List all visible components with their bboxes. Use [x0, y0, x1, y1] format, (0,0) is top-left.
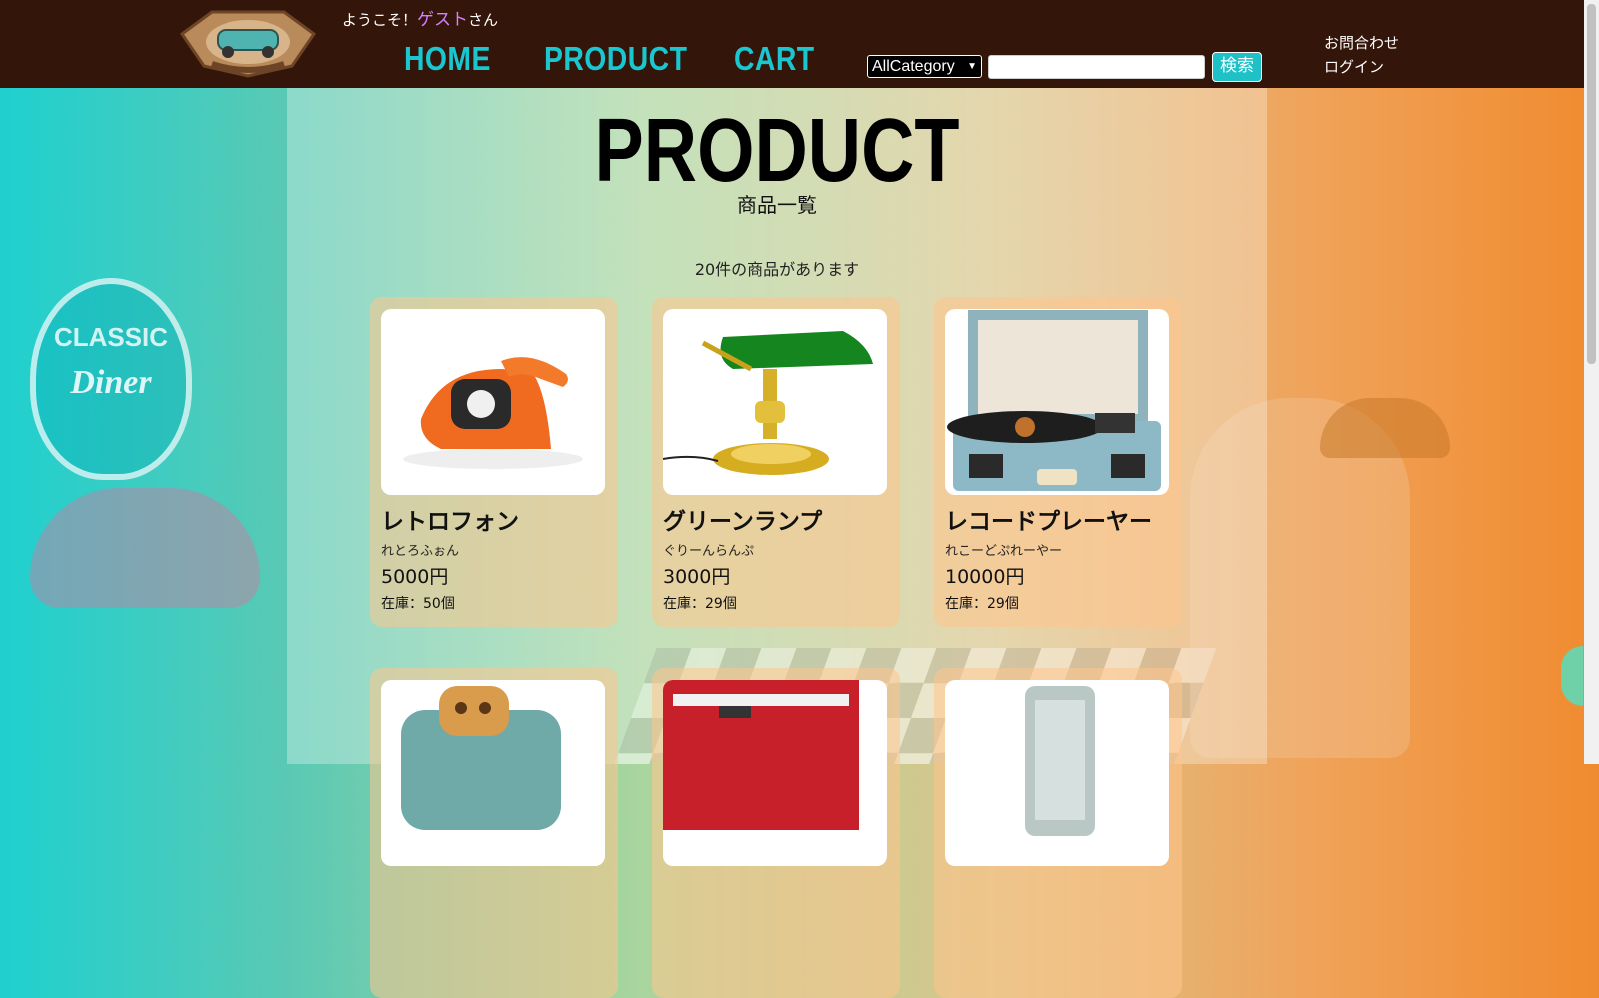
- product-price: 10000円: [945, 566, 1025, 588]
- mixer-image[interactable]: [945, 680, 1169, 866]
- product-card[interactable]: レトロフォン れとろふぉん 5000円 在庫：50個: [370, 297, 618, 627]
- burger-prop: [1320, 398, 1450, 458]
- product-card[interactable]: [934, 668, 1182, 998]
- product-stock: 在庫：29個: [663, 596, 737, 612]
- product-stock: 在庫：50個: [381, 596, 455, 612]
- product-panel: PRODUCT 商品一覧 20件の商品があります レトロフォン れとろふぉん 5…: [287, 88, 1267, 998]
- toaster-image[interactable]: [381, 680, 605, 866]
- product-card[interactable]: [652, 668, 900, 998]
- product-kana: れとろふぉん: [381, 544, 460, 559]
- scrollbar-thumb[interactable]: [1587, 4, 1596, 364]
- login-link[interactable]: ログイン: [1324, 56, 1384, 77]
- chevron-down-icon: ▼: [967, 61, 977, 72]
- floating-chat-tab[interactable]: [1561, 646, 1583, 706]
- sign-text-top: CLASSIC: [53, 322, 169, 352]
- product-price: 3000円: [663, 566, 731, 588]
- category-select-value: AllCategory: [872, 58, 955, 75]
- guest-name: ゲスト: [417, 10, 469, 30]
- category-select[interactable]: AllCategory ▼: [867, 55, 982, 78]
- page-scrollbar[interactable]: [1584, 0, 1599, 764]
- product-card[interactable]: レコードプレーヤー れこーどぷれーやー 10000円 在庫：29個: [934, 297, 1182, 627]
- classic-diner-sign: CLASSIC Diner: [30, 278, 192, 480]
- contact-link[interactable]: お問合わせ: [1324, 32, 1399, 53]
- nav-cart[interactable]: CART: [734, 40, 815, 78]
- product-kana: れこーどぷれーやー: [945, 544, 1063, 559]
- green-lamp-image[interactable]: [663, 309, 887, 495]
- retro-phone-image[interactable]: [381, 309, 605, 495]
- product-kana: ぐりーんらんぷ: [663, 544, 755, 559]
- nav-product[interactable]: PRODUCT: [544, 40, 687, 78]
- coffee-maker-image[interactable]: [663, 680, 887, 866]
- product-stock: 在庫：29個: [945, 596, 1019, 612]
- product-card[interactable]: [370, 668, 618, 998]
- product-card[interactable]: グリーンランプ ぐりーんらんぷ 3000円 在庫：29個: [652, 297, 900, 627]
- retro-car-badge-logo[interactable]: [172, 4, 324, 78]
- search-button[interactable]: 検索: [1212, 52, 1262, 82]
- record-player-image[interactable]: [945, 309, 1169, 495]
- page-subtitle: 商品一覧: [737, 193, 817, 217]
- nav-home[interactable]: HOME: [404, 40, 491, 78]
- welcome-prefix: ようこそ！: [342, 11, 418, 29]
- welcome-suffix: さん: [468, 11, 499, 29]
- product-name[interactable]: レトロフォン: [381, 502, 519, 536]
- welcome-message: ようこそ！ゲストさん: [342, 5, 498, 30]
- site-header: ようこそ！ゲストさん HOME PRODUCT CART AllCategory…: [0, 0, 1584, 88]
- sign-text-bottom: Diner: [70, 364, 152, 401]
- product-name[interactable]: レコードプレーヤー: [945, 502, 1152, 536]
- result-count: 20件の商品があります: [694, 260, 860, 279]
- page-title: PRODUCT: [594, 101, 960, 201]
- search-input[interactable]: [988, 55, 1205, 79]
- product-price: 5000円: [381, 566, 449, 588]
- product-name[interactable]: グリーンランプ: [663, 502, 822, 536]
- classic-car-mural: [30, 488, 260, 608]
